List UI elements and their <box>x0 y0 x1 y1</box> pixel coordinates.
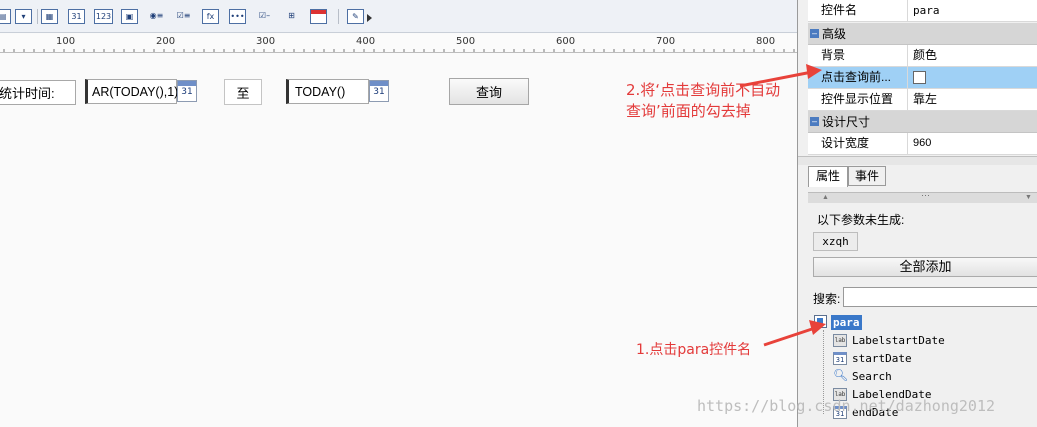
stat-time-label: 统计时间: <box>0 86 55 101</box>
property-key: 控件显示位置 <box>808 89 908 110</box>
number-field-icon[interactable]: 123 <box>94 9 113 24</box>
property-value[interactable]: para <box>909 0 940 21</box>
annotation-step-2-line-2: 查询’前面的勾去掉 <box>626 102 751 120</box>
form-panel-icon[interactable]: ▦ <box>41 9 58 24</box>
tree-item-label: LabelstartDate <box>852 334 945 347</box>
property-key: 背景 <box>808 45 908 66</box>
tab-events-label: 事件 <box>854 169 879 183</box>
tab-attributes[interactable]: 属性 <box>808 166 848 187</box>
ruler-label: 200 <box>156 36 176 47</box>
horizontal-ruler: 100 200 300 400 500 600 700 800 <box>0 34 797 53</box>
date-widget-icon: 31 <box>833 352 847 365</box>
ruler-label: 700 <box>656 36 676 47</box>
property-row-widget-name[interactable]: 控件名 para <box>808 0 1037 22</box>
start-date-value: AR(TODAY(),1) <box>92 84 179 99</box>
group-advanced[interactable]: – 高级 <box>808 23 1037 45</box>
tree-icon[interactable]: ⊞ <box>283 9 300 24</box>
params-not-generated-label: 以下参数未生成: <box>817 213 905 227</box>
ruler-label: 500 <box>456 36 476 47</box>
edit-icon[interactable]: ✎ <box>347 9 364 24</box>
widget-toolbar: ▤ ▾ ▦ 31 123 ▣ ◉≡ ☑≡ fx ••• ☑– ⊞ ✎ <box>0 0 797 33</box>
label-end-date[interactable]: 至 <box>224 79 262 105</box>
param-chip-label: xzqh <box>822 235 849 248</box>
property-value[interactable] <box>909 67 926 88</box>
more-icon[interactable]: ••• <box>229 9 246 24</box>
ruler-label: 800 <box>756 36 776 47</box>
property-key: 点击查询前... <box>808 67 908 88</box>
toolbar-separator <box>338 9 339 24</box>
tree-root-para[interactable]: para <box>831 315 862 330</box>
annotation-step-2-line-1: 2.将‘点击查询前不自动 <box>626 81 781 99</box>
tree-item-label: Search <box>852 370 892 383</box>
label-widget-icon: lab <box>833 334 847 347</box>
query-button[interactable]: 查询 <box>449 78 529 105</box>
date-field-icon[interactable]: 31 <box>68 9 85 24</box>
ruler-ticks <box>3 49 795 52</box>
param-chip-xzqh[interactable]: xzqh <box>813 232 858 251</box>
date-calendar-icon[interactable] <box>310 9 327 24</box>
radio-group-icon[interactable]: ◉≡ <box>148 9 165 24</box>
ruler-label: 100 <box>56 36 76 47</box>
group-design-size-label: 设计尺寸 <box>822 115 871 129</box>
formula-icon[interactable]: fx <box>202 9 219 24</box>
tree-item-label: startDate <box>852 352 912 365</box>
end-date-field[interactable]: TODAY() <box>286 79 369 104</box>
panel-divider[interactable] <box>798 156 1037 165</box>
property-row-no-auto-query[interactable]: 点击查询前... <box>808 67 1037 89</box>
combo-box-icon[interactable]: ▾ <box>15 9 32 24</box>
watermark: https://blog.csdn.net/dazhong2012 <box>697 397 996 415</box>
label-start-date[interactable]: 统计时间: <box>0 80 76 105</box>
tab-attributes-label: 属性 <box>815 169 840 183</box>
container-icon <box>814 315 827 328</box>
toolbar-expand-icon[interactable] <box>367 14 372 22</box>
collapse-icon[interactable]: – <box>810 117 819 126</box>
property-key: 控件名 <box>808 0 908 21</box>
search-input[interactable] <box>843 287 1037 307</box>
property-value[interactable]: 颜色 <box>909 45 937 66</box>
query-button-label: 查询 <box>475 85 502 100</box>
splitter-up-icon[interactable]: ▲ <box>822 194 829 201</box>
ruler-label: 300 <box>256 36 276 47</box>
property-row-design-width[interactable]: 设计宽度 960 <box>808 133 1037 155</box>
ruler-label: 400 <box>356 36 376 47</box>
property-value[interactable]: 960 <box>909 133 931 154</box>
property-row-background[interactable]: 背景 颜色 <box>808 45 1037 67</box>
property-row-display-position[interactable]: 控件显示位置 靠左 <box>808 89 1037 111</box>
property-key: 设计宽度 <box>808 133 908 154</box>
add-all-button[interactable]: 全部添加 <box>813 257 1037 277</box>
search-icon: 🔍︎ <box>833 368 849 382</box>
splitter-grip-icon[interactable]: ··· <box>921 190 930 200</box>
no-auto-query-checkbox[interactable] <box>913 71 926 84</box>
start-date-field[interactable]: AR(TODAY(),1) <box>85 79 179 104</box>
splitter-down-icon[interactable]: ▼ <box>1025 194 1032 201</box>
group-advanced-label: 高级 <box>822 27 847 41</box>
start-date-calendar-icon[interactable]: 31 <box>177 80 197 102</box>
tab-events[interactable]: 事件 <box>848 166 886 186</box>
calendar-number: 31 <box>181 87 193 97</box>
end-date-calendar-icon[interactable]: 31 <box>369 80 389 102</box>
add-all-label: 全部添加 <box>899 259 952 274</box>
checkbox-group-icon[interactable]: ☑≡ <box>175 9 192 24</box>
button-group-icon[interactable]: ▣ <box>121 9 138 24</box>
property-value[interactable]: 靠左 <box>909 89 937 110</box>
group-design-size[interactable]: – 设计尺寸 <box>808 111 1037 133</box>
collapse-icon[interactable]: – <box>810 29 819 38</box>
checkbox-icon[interactable]: ☑– <box>256 9 273 24</box>
annotation-step-1: 1.点击para控件名 <box>636 342 752 358</box>
splitter-bar[interactable]: ▲ ··· ▼ <box>808 190 1037 203</box>
toolbar-separator <box>37 9 38 24</box>
end-date-value: TODAY() <box>295 84 346 99</box>
to-label: 至 <box>236 85 250 101</box>
ruler-label: 600 <box>556 36 576 47</box>
search-label: 搜索: <box>813 292 841 306</box>
list-box-icon[interactable]: ▤ <box>0 9 11 24</box>
design-canvas: ▤ ▾ ▦ 31 123 ▣ ◉≡ ☑≡ fx ••• ☑– ⊞ ✎ 100 2… <box>0 0 797 427</box>
calendar-number: 31 <box>373 87 385 97</box>
tree-root-label: para <box>833 316 860 329</box>
